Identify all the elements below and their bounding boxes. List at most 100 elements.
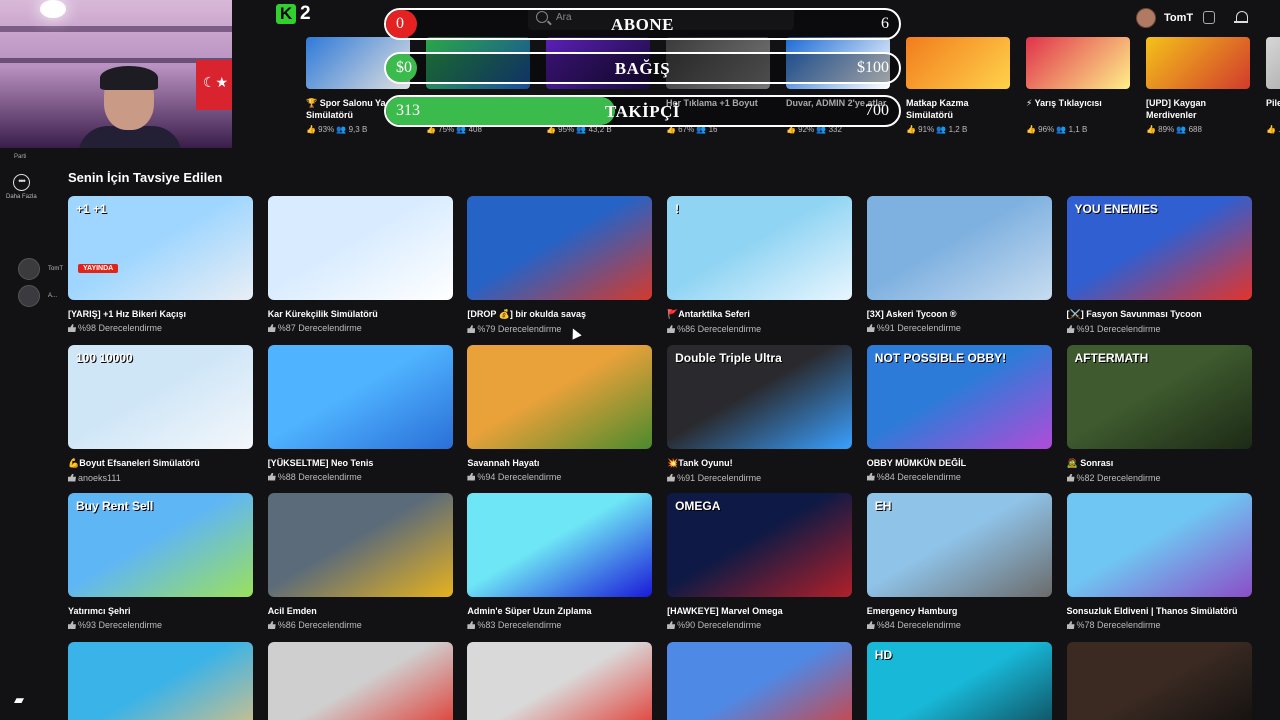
game-card[interactable] xyxy=(68,641,253,720)
webcam-shelf xyxy=(0,26,232,32)
game-thumbnail[interactable] xyxy=(467,344,653,449)
game-thumbnail[interactable] xyxy=(1066,641,1252,720)
game-card[interactable] xyxy=(667,641,853,720)
game-card[interactable]: 100 10000 💪Boyut Efsaneleri Simülatörü ano… xyxy=(68,344,253,483)
game-title[interactable]: Matkap Kazma Simülatörü xyxy=(906,97,1010,121)
game-title[interactable]: 💪Boyut Efsaneleri Simülatörü xyxy=(68,458,253,469)
friend-name[interactable]: A... xyxy=(48,293,57,299)
game-title[interactable]: ⚡ Yarış Tıklayıcısı xyxy=(1026,97,1130,121)
game-title[interactable]: OBBY MÜMKÜN DEĞİL xyxy=(867,458,1052,468)
game-thumbnail[interactable] xyxy=(68,641,253,720)
game-title[interactable]: [3X] Askeri Tycoon ® xyxy=(867,309,1052,319)
thumbnail-text: Double Triple Ultra xyxy=(675,350,782,365)
game-card[interactable]: Acil Emden %86 Derecelendirme xyxy=(267,493,453,630)
carousel-game-tile[interactable]: [UPD] Kaygan Merdivenler 👍 89% 👥 688 xyxy=(1146,37,1250,134)
friend-name[interactable]: TomT xyxy=(48,266,63,272)
game-thumbnail[interactable]: Buy Rent Sell xyxy=(68,493,253,597)
game-title[interactable]: 🚩Antarktika Seferi xyxy=(667,309,852,320)
game-thumbnail[interactable]: +1 +1 YAYINDA xyxy=(68,196,253,300)
game-card[interactable]: NOT POSSIBLE OBBY! OBBY MÜMKÜN DEĞİL %84 D… xyxy=(866,344,1052,482)
game-card[interactable]: [DROP 💰] bir okulda savaş %79 Derecelendi… xyxy=(467,196,653,334)
game-card[interactable]: +1 +1 YAYINDA [YARIŞ] +1 Hız Bikeri Kaçışı… xyxy=(68,196,253,333)
game-thumbnail[interactable] xyxy=(267,493,453,597)
game-title[interactable]: Yatırımcı Şehri xyxy=(68,606,253,616)
game-card[interactable]: HD xyxy=(866,641,1052,720)
carousel-game-tile[interactable]: Pile... 👍 ... xyxy=(1266,37,1280,134)
game-thumbnail[interactable]: OMEGA xyxy=(667,493,853,597)
more-label[interactable]: Daha Fazla xyxy=(6,194,37,200)
thumbnail-text: HD xyxy=(874,647,893,662)
game-title[interactable]: [UPD] Kaygan Merdivenler xyxy=(1146,97,1250,121)
game-thumbnail[interactable]: 100 10000 xyxy=(68,344,253,449)
game-title[interactable]: [HAWKEYE] Marvel Omega xyxy=(667,606,852,616)
game-title[interactable]: [YÜKSELTME] Neo Tenis xyxy=(268,458,453,468)
game-thumbnail[interactable] xyxy=(467,196,653,300)
game-thumbnail[interactable]: EH xyxy=(866,493,1052,597)
game-title[interactable]: Emergency Hamburg xyxy=(867,606,1052,616)
game-thumbnail[interactable] xyxy=(667,641,853,720)
game-title[interactable]: Savannah Hayatı xyxy=(467,458,652,468)
game-thumbnail[interactable]: Double Triple Ultra xyxy=(667,344,853,449)
game-title[interactable]: Acil Emden xyxy=(268,606,453,616)
friend-avatar[interactable] xyxy=(18,285,40,307)
game-card[interactable]: EH Emergency Hamburg %84 Derecelendirme xyxy=(866,493,1052,630)
game-thumbnail[interactable]: AFTERMATH xyxy=(1066,344,1252,449)
game-card[interactable]: OMEGA [HAWKEYE] Marvel Omega %90 Derecelen… xyxy=(667,493,853,630)
friend-avatar[interactable] xyxy=(18,258,40,280)
game-thumbnail[interactable] xyxy=(467,641,653,720)
carousel-game-tile[interactable]: Matkap Kazma Simülatörü 👍 91% 👥 1,2 B xyxy=(906,37,1010,134)
live-badge: YAYINDA xyxy=(78,264,119,273)
username[interactable]: TomT xyxy=(1164,12,1193,24)
game-thumbnail[interactable] xyxy=(1146,37,1250,89)
game-thumbnail[interactable] xyxy=(1066,493,1252,597)
game-card[interactable]: Buy Rent Sell Yatırımcı Şehri %93 Derecele… xyxy=(68,493,253,630)
game-card[interactable] xyxy=(267,641,453,720)
game-thumbnail[interactable] xyxy=(866,196,1052,300)
game-title[interactable]: Admin'e Süper Uzun Zıplama xyxy=(467,606,652,616)
game-card[interactable]: [YÜKSELTME] Neo Tenis %88 Derecelendirme xyxy=(267,344,453,482)
game-title[interactable]: Sonsuzluk Eldiveni | Thanos Simülatörü xyxy=(1067,606,1252,616)
game-title[interactable]: [YARIŞ] +1 Hız Bikeri Kaçışı xyxy=(68,309,253,319)
game-title[interactable]: 🧟 Sonrası xyxy=(1067,458,1252,469)
avatar[interactable] xyxy=(1136,8,1156,28)
game-card[interactable]: Sonsuzluk Eldiveni | Thanos Simülatörü %7… xyxy=(1066,493,1252,630)
rating-text: %93 Derecelendirme xyxy=(78,620,163,630)
game-thumbnail[interactable]: NOT POSSIBLE OBBY! xyxy=(866,344,1052,449)
game-thumbnail[interactable]: YOU ENEMIES xyxy=(1066,196,1252,300)
game-rating: %98 Derecelendirme xyxy=(68,323,253,333)
carousel-game-tile[interactable]: ⚡ Yarış Tıklayıcısı 👍 96% 👥 1,1 B xyxy=(1026,37,1130,134)
game-card[interactable]: [3X] Askeri Tycoon ® %91 Derecelendirme xyxy=(866,196,1052,333)
game-title[interactable]: Pile... xyxy=(1266,97,1280,121)
game-title[interactable]: [⚔️] Fasyon Savunması Tycoon xyxy=(1067,309,1252,320)
game-title[interactable]: 💥Tank Oyunu! xyxy=(667,458,852,469)
game-card[interactable]: Savannah Hayatı %94 Derecelendirme xyxy=(467,344,653,482)
game-title[interactable]: Kar Kürekçilik Simülatörü xyxy=(268,309,453,319)
game-card[interactable]: Kar Kürekçilik Simülatörü %87 Derecelendi… xyxy=(267,196,453,333)
game-thumbnail[interactable] xyxy=(267,344,453,449)
game-card[interactable]: Admin'e Süper Uzun Zıplama %83 Derecelend… xyxy=(467,493,653,630)
rating-text: %84 Derecelendirme xyxy=(876,471,961,482)
thumbnail-text: OMEGA xyxy=(675,499,721,513)
game-thumbnail[interactable] xyxy=(267,196,453,300)
game-thumbnail[interactable]: HD xyxy=(866,641,1052,720)
game-thumbnail[interactable]: ! xyxy=(667,196,853,300)
game-card[interactable] xyxy=(467,641,653,720)
game-thumbnail[interactable] xyxy=(1026,37,1130,89)
game-thumbnail[interactable] xyxy=(906,37,1010,89)
game-rating: anoeks111 xyxy=(68,473,253,483)
game-card[interactable] xyxy=(1066,641,1252,720)
game-thumbnail[interactable] xyxy=(1266,37,1280,89)
game-thumbnail[interactable] xyxy=(267,641,453,720)
game-card[interactable]: AFTERMATH 🧟 Sonrası %82 Derecelendirme xyxy=(1066,344,1252,483)
roblox-logo-icon[interactable]: ▰ xyxy=(14,692,28,707)
rating-text: %87 Derecelendirme xyxy=(277,323,362,333)
more-icon[interactable]: ••• xyxy=(13,174,30,191)
game-card[interactable]: ! 🚩Antarktika Seferi %86 Derecelendirme xyxy=(667,196,853,334)
game-thumbnail[interactable] xyxy=(467,493,653,597)
game-title[interactable]: [DROP 💰] bir okulda savaş xyxy=(467,309,652,320)
game-card[interactable]: Double Triple Ultra 💥Tank Oyunu! %91 Derec… xyxy=(667,344,853,483)
robux-icon[interactable] xyxy=(1203,11,1215,24)
game-card[interactable]: YOU ENEMIES [⚔️] Fasyon Savunması Tycoon%… xyxy=(1066,196,1252,334)
notification-bell-icon[interactable] xyxy=(1234,10,1248,24)
party-label: Parti xyxy=(14,154,27,160)
